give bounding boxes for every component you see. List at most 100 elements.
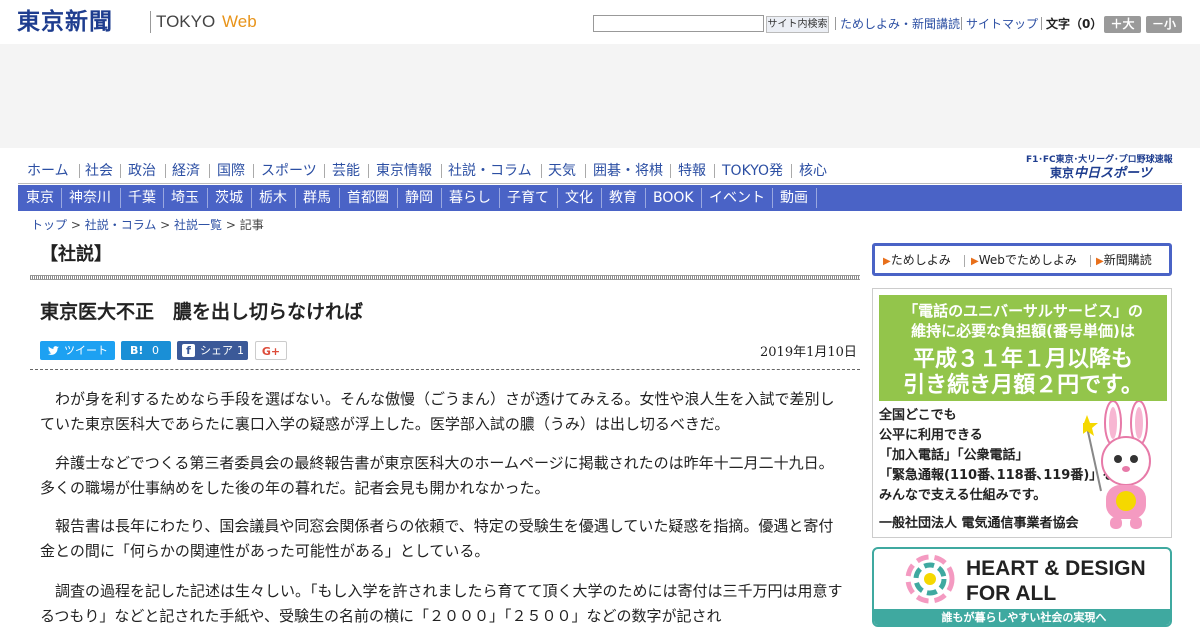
ad-line: 維持に必要な負担額(番号単価)は bbox=[911, 322, 1135, 340]
region-item-saitama[interactable]: 埼玉 bbox=[171, 185, 199, 211]
google-plus-button[interactable]: G+ bbox=[255, 341, 287, 360]
nav-item-entertainment[interactable]: 芸能 bbox=[332, 162, 360, 180]
breadcrumb: トップ > 社説・コラム > 社説一覧 > 記事 bbox=[31, 217, 264, 233]
ad-body-line: 「加入電話」「公衆電話」 bbox=[879, 448, 1029, 463]
arrow-right-icon: ▶ bbox=[971, 256, 979, 267]
nav-item-sports[interactable]: スポーツ bbox=[261, 162, 317, 180]
rabbit-mascot-icon bbox=[1083, 401, 1151, 529]
nav-item-home[interactable]: ホーム bbox=[27, 162, 69, 180]
region-item-event[interactable]: イベント bbox=[709, 185, 765, 211]
region-item-parenting[interactable]: 子育て bbox=[507, 185, 549, 211]
logo-tokyo-text[interactable]: TOKYO bbox=[156, 12, 215, 32]
chunichi-sports-logo[interactable]: 東京中日スポーツ bbox=[1050, 166, 1152, 181]
text-size-up-button[interactable]: ＋大 bbox=[1104, 16, 1141, 33]
site-logo[interactable]: 東京新聞 bbox=[17, 9, 113, 36]
breadcrumb-editorial-list[interactable]: 社説一覧 bbox=[174, 218, 222, 232]
nav-item-tokuho[interactable]: 特報 bbox=[678, 162, 706, 180]
divider bbox=[772, 188, 773, 208]
search-input[interactable] bbox=[593, 15, 764, 32]
region-item-education[interactable]: 教育 bbox=[609, 185, 637, 211]
divider bbox=[251, 188, 252, 208]
divider bbox=[253, 164, 254, 178]
divider bbox=[816, 188, 817, 208]
region-item-video[interactable]: 動画 bbox=[780, 185, 808, 211]
breadcrumb-editorial-column[interactable]: 社説・コラム bbox=[85, 218, 157, 232]
trial-subscribe-link[interactable]: ためしよみ・新聞講読 bbox=[840, 16, 960, 32]
nav-item-politics[interactable]: 政治 bbox=[128, 162, 156, 180]
region-item-living[interactable]: 暮らし bbox=[449, 185, 491, 211]
breadcrumb-current: 記事 bbox=[239, 218, 264, 232]
breadcrumb-top[interactable]: トップ bbox=[31, 218, 67, 232]
divider bbox=[324, 164, 325, 178]
nav-item-society[interactable]: 社会 bbox=[85, 162, 113, 180]
region-item-tokyo[interactable]: 東京 bbox=[26, 185, 54, 211]
text-size-label: 文字（0） bbox=[1046, 17, 1103, 31]
universal-service-ad[interactable]: 「電話のユニバーサルサービス」の 維持に必要な負担額(番号単価)は 平成３１年１… bbox=[872, 288, 1172, 538]
region-item-culture[interactable]: 文化 bbox=[565, 185, 593, 211]
subscribe-link[interactable]: ▶新聞購読 bbox=[1096, 252, 1152, 270]
ad-body-line: みんなで支える仕組みです。 bbox=[879, 488, 1047, 503]
divider bbox=[1090, 255, 1091, 267]
divider bbox=[441, 188, 442, 208]
region-item-shizuoka[interactable]: 静岡 bbox=[405, 185, 433, 211]
divider bbox=[601, 188, 602, 208]
nav-item-international[interactable]: 国際 bbox=[217, 162, 245, 180]
ad-tagline: 誰もが暮らしやすい社会の実現へ bbox=[874, 609, 1170, 625]
tweet-button[interactable]: ツイート bbox=[40, 341, 115, 360]
web-trial-read-label: Webでためしよみ bbox=[978, 253, 1077, 267]
region-item-book[interactable]: BOOK bbox=[653, 185, 694, 211]
twitter-bird-icon bbox=[47, 341, 60, 366]
nav-item-kakushin[interactable]: 核心 bbox=[799, 162, 827, 180]
region-item-chiba[interactable]: 千葉 bbox=[128, 185, 156, 211]
facebook-share-label: シェア bbox=[200, 344, 233, 357]
article-paragraph: わが身を利するためなら手段を選ばない。そんな傲慢（ごうまん）さが透けてみえる。女… bbox=[40, 390, 835, 433]
article-title: 東京医大不正 膿を出し切らなければ bbox=[40, 301, 364, 323]
article-paragraph: 調査の過程を記した記述は生々しい。「もし入学を許されましたら育てて頂く大学のため… bbox=[40, 582, 843, 625]
sitemap-link[interactable]: サイトマップ bbox=[966, 16, 1038, 32]
divider bbox=[499, 188, 500, 208]
trial-read-link[interactable]: ▶ためしよみ bbox=[883, 252, 951, 270]
trial-read-label: ためしよみ bbox=[890, 253, 951, 267]
region-nav: 東京 神奈川 千葉 埼玉 茨城 栃木 群馬 首都圏 静岡 暮らし 子育て 文化 … bbox=[18, 185, 1182, 211]
nav-item-economy[interactable]: 経済 bbox=[172, 162, 200, 180]
divider bbox=[397, 188, 398, 208]
hatena-count: 0 bbox=[152, 344, 159, 357]
article-date: 2019年1月10日 bbox=[760, 345, 857, 360]
logo-divider bbox=[150, 11, 151, 33]
logo-web-text[interactable]: Web bbox=[222, 12, 257, 32]
divider bbox=[295, 188, 296, 208]
nav-item-go-shogi[interactable]: 囲碁・将棋 bbox=[593, 162, 663, 180]
subscription-promo-box: ▶ためしよみ ▶Webでためしよみ ▶新聞購読 bbox=[872, 243, 1172, 276]
divider bbox=[120, 188, 121, 208]
web-trial-read-link[interactable]: ▶Webでためしよみ bbox=[971, 252, 1077, 270]
divider bbox=[165, 164, 166, 178]
main-nav: ホーム 社会 政治 経済 国際 スポーツ 芸能 東京情報 社説・コラム 天気 囲… bbox=[18, 158, 1028, 184]
nav-item-tokyo-hatsu[interactable]: TOKYO発 bbox=[722, 162, 783, 180]
nav-divider bbox=[18, 183, 1182, 184]
site-header: 東京新聞 TOKYO Web サイト内検索 ためしよみ・新聞講読 サイトマップ … bbox=[0, 0, 1200, 44]
nav-item-editorial-column[interactable]: 社説・コラム bbox=[448, 162, 532, 180]
ad-headline: 引き続き月額２円です。 bbox=[903, 373, 1143, 398]
sports-news-tagline[interactable]: F1･FC東京･大リーグ･プロ野球速報 bbox=[1026, 155, 1173, 165]
hatena-bookmark-button[interactable]: B! 0 bbox=[121, 341, 171, 360]
site-search-button[interactable]: サイト内検索 bbox=[766, 16, 829, 33]
region-item-gunma[interactable]: 群馬 bbox=[303, 185, 331, 211]
region-item-tochigi[interactable]: 栃木 bbox=[259, 185, 287, 211]
region-item-kanagawa[interactable]: 神奈川 bbox=[69, 185, 111, 211]
heart-design-ad[interactable]: HEART & DESIGN FOR ALL 誰もが暮らしやすい社会の実現へ bbox=[872, 547, 1172, 627]
ad-headline: 平成３１年１月以降も bbox=[912, 347, 1133, 372]
text-size-down-button[interactable]: －小 bbox=[1146, 16, 1182, 33]
ad-body-line: 「緊急通報(110番､118番､119番)」を bbox=[879, 468, 1116, 483]
facebook-share-button[interactable]: f シェア 1 bbox=[177, 341, 248, 360]
divider bbox=[368, 164, 369, 178]
ad-sponsor: 一般社団法人 電気通信事業者協会 bbox=[879, 516, 1079, 531]
divider bbox=[209, 164, 210, 178]
divider bbox=[339, 188, 340, 208]
region-item-ibaraki[interactable]: 茨城 bbox=[215, 185, 243, 211]
nav-item-weather[interactable]: 天気 bbox=[548, 162, 576, 180]
divider bbox=[961, 17, 962, 30]
ad-headline-panel: 「電話のユニバーサルサービス」の 維持に必要な負担額(番号単価)は 平成３１年１… bbox=[879, 295, 1167, 401]
region-item-shutoken[interactable]: 首都圏 bbox=[347, 185, 389, 211]
subscribe-label: 新聞購読 bbox=[1103, 253, 1152, 267]
nav-item-tokyo-info[interactable]: 東京情報 bbox=[376, 162, 432, 180]
